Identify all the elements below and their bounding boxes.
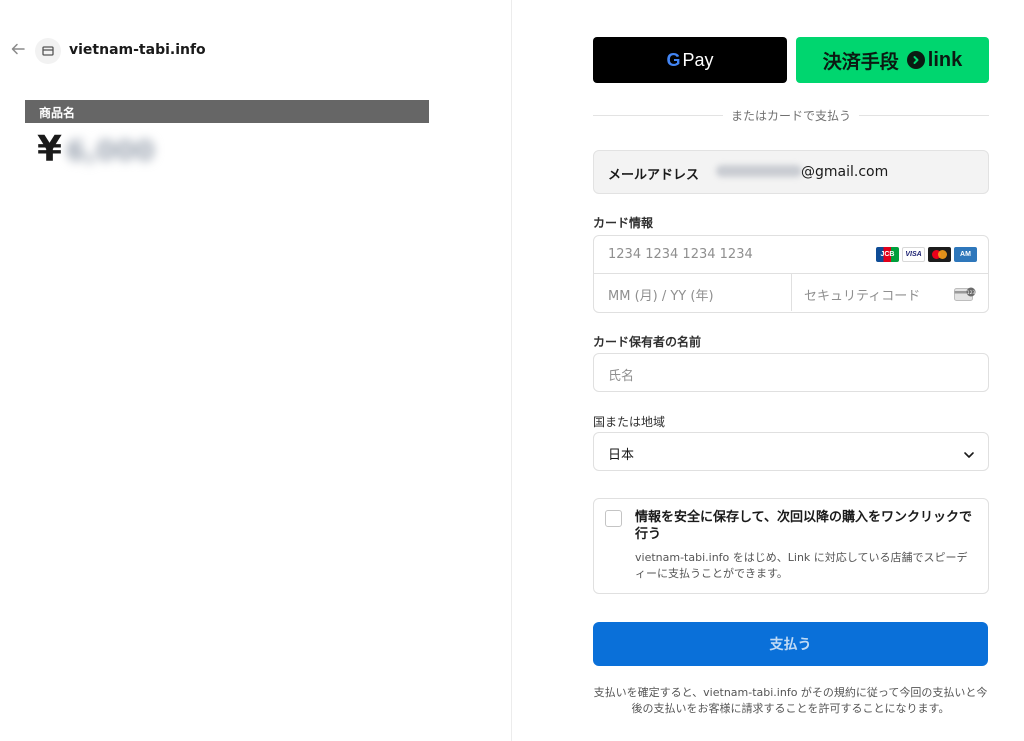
mastercard-icon	[928, 247, 951, 262]
country-label: 国または地域	[593, 415, 666, 429]
arrow-left-icon[interactable]	[9, 40, 27, 58]
currency-symbol: ¥	[37, 129, 63, 170]
visa-icon: VISA	[902, 247, 925, 262]
separator-text: またはカードで支払う	[731, 109, 852, 123]
save-info-box: 情報を安全に保存して、次回以降の購入をワンクリックで行う vietnam-tab…	[593, 498, 989, 594]
chevron-down-icon	[963, 446, 975, 458]
or-separator: またはカードで支払う	[593, 107, 990, 124]
jcb-icon: JCB	[876, 247, 899, 262]
svg-text:123: 123	[967, 290, 976, 296]
merchant-name: vietnam-tabi.info	[69, 42, 206, 58]
google-pay-button[interactable]: G Pay	[593, 37, 787, 83]
pay-button-label: 支払う	[769, 636, 812, 652]
save-info-checkbox[interactable]	[605, 510, 622, 527]
save-info-title: 情報を安全に保存して、次回以降の購入をワンクリックで行う	[635, 510, 972, 542]
pay-button[interactable]: 支払う	[593, 622, 988, 666]
product-name-bar: 商品名	[25, 100, 429, 123]
separator-line-right	[859, 115, 990, 116]
card-number-input[interactable]: 1234 1234 1234 1234 JCB VISA AM	[594, 236, 988, 274]
link-pay-button[interactable]: 決済手段 link	[796, 37, 989, 83]
amex-icon: AM	[954, 247, 977, 262]
card-expiry-input[interactable]: MM (月) / YY (年)	[594, 274, 792, 311]
card-expiry-placeholder: MM (月) / YY (年)	[608, 289, 714, 304]
country-select-value: 日本	[608, 448, 635, 463]
card-cvc-placeholder: セキュリティコード	[804, 289, 921, 304]
link-logo-text: link	[927, 48, 963, 71]
link-arrow-icon	[906, 51, 925, 69]
link-prefix-label: 決済手段	[822, 51, 899, 73]
price: ¥ 6,000	[37, 128, 155, 172]
product-name: 商品名	[39, 106, 76, 120]
email-value: @gmail.com	[801, 164, 889, 180]
price-amount: 6,000	[66, 133, 155, 167]
cardholder-name-input[interactable]: 氏名	[593, 353, 989, 392]
google-g-icon: G	[666, 49, 681, 70]
cardholder-name-placeholder: 氏名	[608, 369, 635, 384]
cardholder-name-label: カード保有者の名前	[593, 335, 702, 349]
terms-text: 支払いを確定すると、vietnam-tabi.info がその規約に従って今回の…	[593, 686, 988, 715]
card-info-label: カード情報	[593, 216, 654, 230]
store-icon	[35, 38, 61, 64]
country-select[interactable]: 日本	[593, 432, 989, 471]
card-brands: JCB VISA AM	[876, 247, 977, 262]
google-pay-label: Pay	[682, 49, 714, 70]
separator-line-left	[593, 115, 723, 116]
card-input-group: 1234 1234 1234 1234 JCB VISA AM MM (月) /…	[593, 235, 989, 313]
email-username-redacted	[716, 165, 802, 177]
payment-form-pane: G Pay 決済手段 link またはカードで支払う メールアドレス @gmai…	[512, 0, 1024, 741]
card-cvc-input[interactable]: セキュリティコード 123	[792, 274, 988, 311]
card-number-placeholder: 1234 1234 1234 1234	[608, 247, 753, 262]
save-info-description: vietnam-tabi.info をはじめ、Link に対応している店舗でスピ…	[635, 551, 968, 580]
email-label: メールアドレス	[608, 168, 700, 183]
order-summary-pane: vietnam-tabi.info 商品名 ¥ 6,000	[0, 0, 511, 741]
email-field[interactable]: メールアドレス @gmail.com	[593, 150, 989, 194]
cvc-card-icon: 123	[954, 286, 976, 301]
